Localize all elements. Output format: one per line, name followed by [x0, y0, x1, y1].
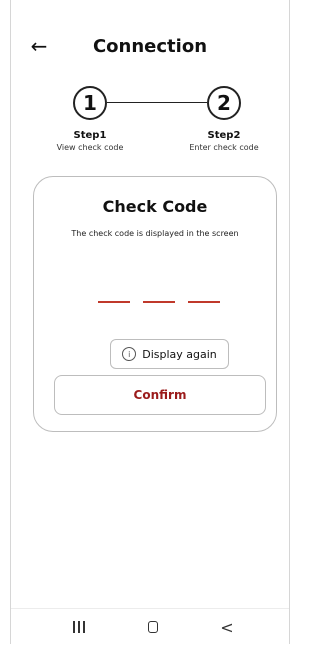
- home-button[interactable]: [133, 617, 173, 637]
- header: ← Connection: [11, 28, 289, 68]
- screen: ← Connection 1 2 Step1 View check code S…: [10, 0, 290, 645]
- code-slot-2[interactable]: [143, 301, 175, 303]
- step1-subtitle: View check code: [56, 143, 124, 152]
- page-title: Connection: [92, 36, 208, 57]
- stepper: 1 2 Step1 View check code Step2 Enter ch…: [11, 86, 289, 166]
- home-icon: [148, 621, 158, 633]
- system-nav-bar: <: [11, 608, 289, 645]
- nav-back-button[interactable]: <: [207, 617, 247, 637]
- code-slot-3[interactable]: [188, 301, 220, 303]
- back-chevron-icon: <: [220, 617, 234, 637]
- step2-circle: 2: [207, 86, 241, 120]
- step2-title: Step2: [207, 130, 241, 141]
- card-title: Check Code: [102, 197, 208, 216]
- step1-label: Step1 View check code: [30, 130, 150, 152]
- recent-apps-icon: [73, 621, 85, 633]
- info-icon: i: [122, 347, 137, 361]
- step2-label: Step2 Enter check code: [164, 130, 284, 152]
- code-input-group: [98, 301, 228, 303]
- display-again-button[interactable]: i Display again: [110, 339, 229, 369]
- recent-apps-button[interactable]: [59, 617, 99, 637]
- step-connector-line: [107, 102, 207, 103]
- display-again-label: Display again: [142, 347, 217, 361]
- code-slot-1[interactable]: [98, 301, 130, 303]
- step2-subtitle: Enter check code: [189, 143, 259, 152]
- card-description: The check code is displayed in the scree…: [71, 229, 239, 238]
- check-code-card: Check Code The check code is displayed i…: [33, 176, 277, 432]
- step1-circle: 1: [73, 86, 107, 120]
- step1-title: Step1: [73, 130, 107, 141]
- confirm-button[interactable]: Confirm: [54, 375, 266, 415]
